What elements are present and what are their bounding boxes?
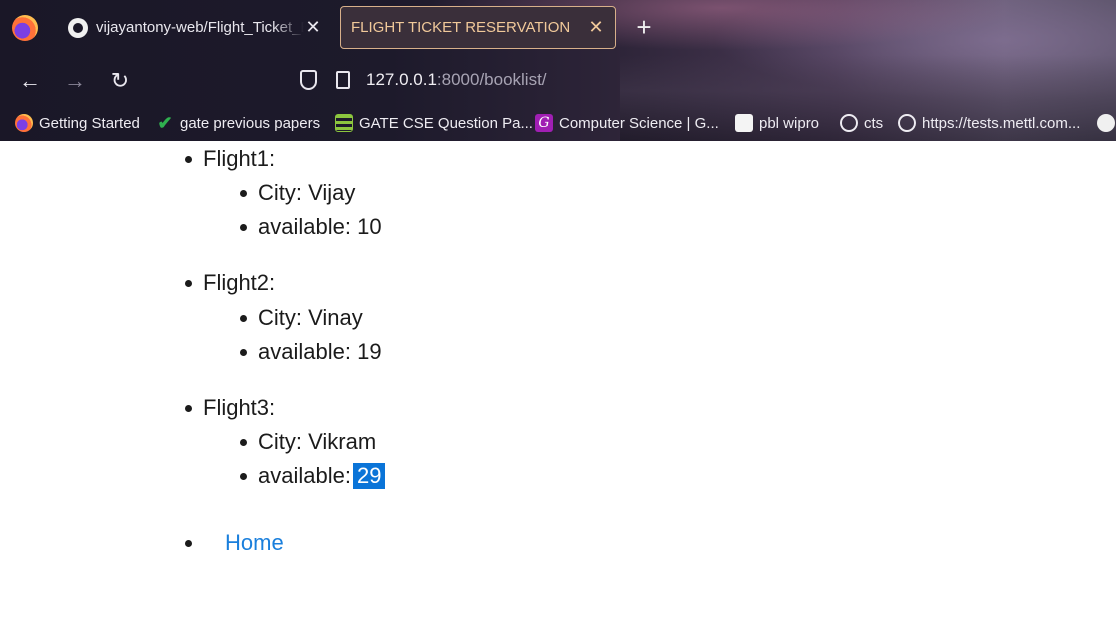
globe-icon	[840, 114, 858, 132]
list-bullet	[185, 540, 192, 547]
bookmark-pbl-wipro[interactable]: pbl wipro	[735, 114, 819, 132]
g-icon: G	[535, 114, 553, 132]
flight-available: available: 19	[258, 337, 382, 367]
firefox-menu-icon[interactable]	[12, 15, 38, 41]
flight-city: City: Vinay	[258, 305, 363, 330]
tab-title: vijayantony-web/Flight_Ticket_B	[96, 19, 304, 36]
available-count: 10	[357, 214, 382, 239]
available-count: 19	[357, 339, 382, 364]
available-count-selected: 29	[352, 463, 386, 489]
bookmarks-bar: Getting Started ✔ gate previous papers G…	[0, 108, 1116, 141]
close-icon[interactable]: ✕	[587, 17, 605, 38]
bookmark-gate-previous-papers[interactable]: ✔ gate previous papers	[156, 114, 320, 132]
bookmark-label: GATE CSE Question Pa...	[359, 114, 533, 132]
url-path: :8000/booklist/	[436, 70, 547, 89]
back-button[interactable]: ←	[15, 66, 45, 96]
list-bullet	[240, 439, 247, 446]
checkmark-icon: ✔	[157, 113, 173, 133]
flight-city: City: Vijay	[258, 180, 356, 205]
home-link-row: Home	[225, 528, 284, 558]
tab-flight-ticket-reservation[interactable]: FLIGHT TICKET RESERVATION ✕	[340, 6, 616, 49]
tab-strip: vijayantony-web/Flight_Ticket_B ✕ FLIGHT…	[0, 0, 1116, 55]
shield-icon[interactable]	[300, 70, 317, 90]
bookmark-label: https://tests.mettl.com...	[922, 114, 1081, 132]
available-label: available:	[258, 214, 351, 239]
bookmark-cts[interactable]: cts	[840, 114, 883, 132]
github-icon	[1097, 114, 1115, 132]
list-bullet	[185, 156, 192, 163]
github-icon	[68, 17, 88, 38]
tab-github[interactable]: vijayantony-web/Flight_Ticket_B ✕	[58, 6, 332, 49]
flight-available: available: 10	[258, 212, 382, 242]
flight-city: City: Vikram	[258, 429, 377, 454]
firefox-icon	[15, 114, 33, 132]
list-bullet	[240, 315, 247, 322]
available-label: available:	[258, 463, 351, 488]
bookmark-label: Getting Started	[39, 114, 140, 132]
bookmark-computer-science[interactable]: G Computer Science | G...	[535, 114, 719, 132]
bookmark-github[interactable]	[1097, 114, 1116, 132]
navigation-bar: ← → ↻ 127.0.0.1:8000/booklist/	[0, 56, 1116, 106]
list-bullet	[185, 280, 192, 287]
pbl-icon	[735, 114, 753, 132]
url-host: 127.0.0.1	[366, 70, 437, 89]
flight-name: Flight1:	[203, 146, 276, 171]
list-bullet	[240, 473, 247, 480]
bookmark-label: gate previous papers	[180, 114, 321, 132]
bookmark-getting-started[interactable]: Getting Started	[15, 114, 140, 132]
close-icon[interactable]: ✕	[304, 17, 322, 38]
bookmark-label: cts	[864, 114, 884, 132]
url-bar[interactable]: 127.0.0.1:8000/booklist/	[366, 70, 547, 90]
page-icon[interactable]	[336, 71, 350, 89]
new-tab-button[interactable]: +	[632, 12, 656, 42]
reload-button[interactable]: ↻	[105, 66, 135, 96]
page-content: Flight1: City: Vijay available: 10 Fligh…	[0, 141, 1116, 641]
tab-title: FLIGHT TICKET RESERVATION	[351, 19, 571, 36]
list-bullet	[240, 190, 247, 197]
bookmark-gate-cse-question-papers[interactable]: GATE CSE Question Pa...	[335, 114, 533, 132]
forward-button[interactable]: →	[60, 66, 90, 96]
flight-name: Flight3:	[203, 395, 276, 420]
browser-chrome: vijayantony-web/Flight_Ticket_B ✕ FLIGHT…	[0, 0, 1116, 141]
stack-icon	[335, 114, 353, 132]
home-link[interactable]: Home	[225, 530, 284, 556]
list-bullet	[240, 224, 247, 231]
list-bullet	[240, 349, 247, 356]
list-bullet	[185, 405, 192, 412]
available-label: available:	[258, 339, 351, 364]
bookmark-label: pbl wipro	[759, 114, 820, 132]
flight-available: available: 29	[258, 461, 386, 491]
bookmark-label: Computer Science | G...	[559, 114, 719, 132]
globe-icon	[898, 114, 916, 132]
bookmark-tests-mettl[interactable]: https://tests.mettl.com...	[898, 114, 1080, 132]
flight-name: Flight2:	[203, 270, 276, 295]
